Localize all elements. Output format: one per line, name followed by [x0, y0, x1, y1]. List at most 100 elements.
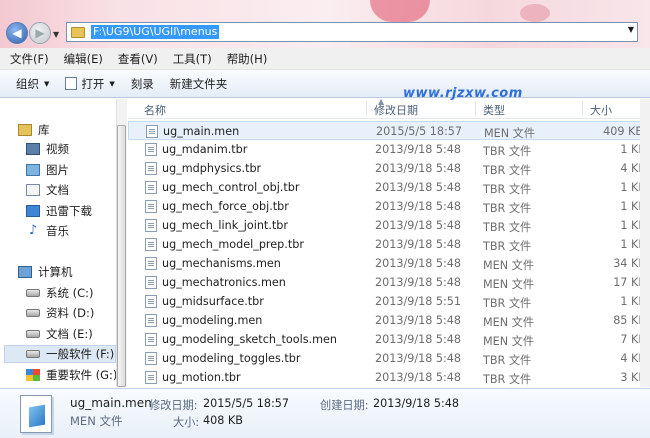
documents-icon — [26, 184, 40, 196]
file-type: TBR 文件 — [483, 202, 532, 215]
file-size: 409 KB — [603, 125, 643, 138]
file-name: ug_mech_link_joint.tbr — [162, 219, 288, 232]
file-name: ug_mechanisms.men — [162, 257, 281, 270]
menu-help[interactable]: 帮助(H) — [227, 51, 268, 67]
sidebar-item-pictures[interactable]: 图片 — [26, 161, 69, 179]
file-icon — [145, 200, 157, 213]
table-row[interactable]: ug_modeling.men 2013/9/18 5:48 MEN 文件 85 KB — [128, 311, 650, 330]
sidebar-item-computer[interactable]: 计算机 — [18, 263, 73, 281]
details-modified-value: 2015/5/5 18:57 — [203, 397, 290, 410]
file-date: 2013/9/18 5:48 — [375, 276, 462, 289]
drive-icon — [26, 289, 40, 297]
table-row[interactable]: ug_modeling_toggles.tbr 2013/9/18 5:48 TBR… — [128, 349, 650, 368]
table-row[interactable]: ug_mech_force_obj.tbr 2013/9/18 5:48 TBR 文… — [128, 197, 650, 216]
sidebar-scrollbar-thumb[interactable] — [117, 125, 126, 387]
column-header-name[interactable]: 名称 — [144, 102, 166, 118]
table-row[interactable]: ug_mdphysics.tbr 2013/9/18 5:48 TBR 文件 4 KB — [128, 159, 650, 178]
column-header-date[interactable]: 修改日期 — [374, 102, 418, 118]
table-row[interactable]: ug_mechatronics.men 2013/9/18 5:48 MEN 文件 1… — [128, 273, 650, 292]
back-button[interactable]: ◀ — [6, 22, 28, 44]
pictures-icon — [26, 164, 40, 176]
sidebar-item-documents[interactable]: 文档 — [26, 181, 69, 199]
details-file-type: MEN 文件 — [70, 414, 123, 428]
file-name: ug_modeling_sketch_tools.men — [162, 333, 337, 346]
file-date: 2013/9/18 5:48 — [375, 219, 462, 232]
sidebar-item-music[interactable]: ♪ 音乐 — [26, 222, 69, 240]
sidebar-item-drive-c[interactable]: 系统 (C:) — [26, 284, 94, 302]
drive-icon — [26, 350, 40, 358]
table-row[interactable]: ug_mechanisms.men 2013/9/18 5:48 MEN 文件 34 … — [128, 254, 650, 273]
file-icon — [146, 125, 158, 138]
column-divider[interactable] — [366, 101, 367, 116]
address-dropdown-icon[interactable]: ▼ — [628, 25, 634, 34]
file-icon — [145, 295, 157, 308]
sidebar-item-label: 文档 — [46, 183, 69, 197]
table-row[interactable]: ug_mdanim.tbr 2013/9/18 5:48 TBR 文件 1 KB — [128, 140, 650, 159]
file-type: MEN 文件 — [483, 259, 535, 272]
menu-bar: 文件(F) 编辑(E) 查看(V) 工具(T) 帮助(H) — [0, 48, 650, 70]
computer-icon — [18, 266, 32, 278]
table-row[interactable]: ug_motion.tbr 2013/9/18 5:48 TBR 文件 3 KB — [128, 368, 650, 387]
file-icon — [145, 257, 157, 270]
open-label: 打开 — [81, 76, 105, 91]
file-type: MEN 文件 — [484, 127, 536, 140]
file-date: 2013/9/18 5:48 — [375, 143, 462, 156]
chevron-down-icon: ▼ — [109, 79, 115, 88]
recent-pages-dropdown-icon[interactable]: ▼ — [53, 30, 59, 39]
file-type: TBR 文件 — [483, 145, 532, 158]
file-list-scrollbar[interactable] — [640, 99, 650, 387]
sidebar-item-drive-f[interactable]: 一般软件 (F:) — [4, 345, 116, 363]
menu-file[interactable]: 文件(F) — [10, 51, 49, 67]
table-row[interactable]: ug_midsurface.tbr 2013/9/18 5:51 TBR 文件 1 K… — [128, 292, 650, 311]
sidebar-item-libraries[interactable]: 库 — [18, 121, 50, 139]
details-file-name: ug_main.men — [70, 396, 152, 410]
new-folder-button[interactable]: 新建文件夹 — [162, 73, 236, 95]
sidebar-item-drive-e[interactable]: 文档 (E:) — [26, 325, 93, 343]
address-field[interactable]: F:\UG9\UG\UGII\menus ▼ — [66, 22, 638, 42]
file-date: 2013/9/18 5:48 — [375, 257, 462, 270]
table-row[interactable]: ug_mech_model_prep.tbr 2013/9/18 5:48 TBR … — [128, 235, 650, 254]
file-date: 2013/9/18 5:48 — [375, 371, 462, 384]
address-path[interactable]: F:\UG9\UG\UGII\menus — [91, 25, 220, 39]
details-modified-label: 修改日期: — [149, 399, 198, 412]
file-type: TBR 文件 — [483, 183, 532, 196]
file-date: 2013/9/18 5:48 — [375, 352, 462, 365]
file-name: ug_mech_model_prep.tbr — [162, 238, 304, 251]
column-divider[interactable] — [475, 101, 476, 116]
sidebar-item-drive-d[interactable]: 资料 (D:) — [26, 304, 94, 322]
file-name: ug_mdanim.tbr — [162, 143, 248, 156]
column-header-type[interactable]: 类型 — [483, 102, 505, 118]
menu-edit[interactable]: 编辑(E) — [64, 51, 103, 67]
open-button[interactable]: 打开 ▼ — [57, 73, 122, 95]
file-icon — [145, 333, 157, 346]
table-row[interactable]: ug_mech_control_obj.tbr 2013/9/18 5:48 TBR… — [128, 178, 650, 197]
file-date: 2013/9/18 5:48 — [375, 238, 462, 251]
burn-button[interactable]: 刻录 — [123, 73, 162, 95]
file-icon — [145, 238, 157, 251]
sidebar-item-label: 计算机 — [38, 265, 73, 279]
sidebar-item-label: 系统 (C:) — [46, 286, 94, 300]
file-name: ug_mdphysics.tbr — [162, 162, 262, 175]
forward-button[interactable]: ▶ — [29, 22, 51, 44]
file-type: TBR 文件 — [483, 221, 532, 234]
file-date: 2013/9/18 5:48 — [375, 200, 462, 213]
sidebar-item-xunlei-downloads[interactable]: 迅雷下载 — [26, 202, 92, 220]
sidebar-item-label: 文档 (E:) — [46, 327, 93, 341]
column-divider[interactable] — [582, 101, 583, 116]
sidebar-item-videos[interactable]: 视频 — [26, 140, 69, 158]
menu-view[interactable]: 查看(V) — [118, 51, 158, 67]
music-icon: ♪ — [28, 223, 38, 238]
menu-tools[interactable]: 工具(T) — [173, 51, 212, 67]
drive-icon — [26, 330, 40, 338]
organize-button[interactable]: 组织 ▼ — [8, 73, 57, 95]
sidebar-item-label: 图片 — [46, 163, 69, 177]
sidebar-item-drive-g[interactable]: 重要软件 (G:) — [26, 366, 117, 384]
table-row[interactable]: ug_modeling_sketch_tools.men 2013/9/18 5:… — [128, 330, 650, 349]
file-icon — [145, 371, 157, 384]
details-size-label: 大小: — [173, 416, 200, 429]
table-row[interactable]: ug_main.men 2015/5/5 18:57 MEN 文件 409 KB — [128, 121, 650, 140]
column-header-size[interactable]: 大小 — [590, 102, 612, 118]
table-row[interactable]: ug_mech_link_joint.tbr 2013/9/18 5:48 TBR … — [128, 216, 650, 235]
details-created-value: 2013/9/18 5:48 — [373, 397, 460, 410]
sidebar-item-label: 视频 — [46, 142, 69, 156]
